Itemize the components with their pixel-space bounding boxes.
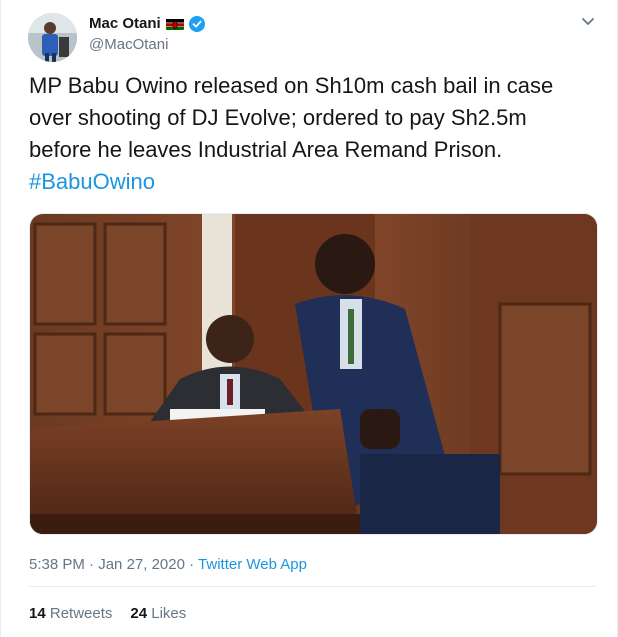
hashtag-link[interactable]: #BabuOwino <box>29 169 155 194</box>
retweets-stat[interactable]: 14 Retweets <box>29 605 112 622</box>
avatar-image <box>28 13 77 62</box>
verified-badge-icon <box>188 15 205 32</box>
likes-label: Likes <box>151 605 187 622</box>
divider <box>29 586 596 587</box>
tweet-source-link[interactable]: Twitter Web App <box>198 556 307 573</box>
tweet-body: MP Babu Owino released on Sh10m cash bai… <box>29 73 554 162</box>
user-name-row: Mac Otani <box>89 15 205 32</box>
tweet-card: Mac Otani @MacOtani MP Babu Owino releas… <box>0 0 618 637</box>
user-handle[interactable]: @MacOtani <box>89 36 168 53</box>
retweets-label: Retweets <box>49 605 113 622</box>
avatar[interactable] <box>28 13 77 62</box>
tweet-stats: 14 Retweets 24 Likes <box>29 605 186 622</box>
likes-stat[interactable]: 24 Likes <box>130 605 186 622</box>
tweet-time[interactable]: 5:38 PM <box>29 556 85 573</box>
likes-count: 24 <box>130 605 148 622</box>
retweets-count: 14 <box>29 605 46 622</box>
meta-separator: · <box>84 556 99 573</box>
tweet-text: MP Babu Owino released on Sh10m cash bai… <box>29 70 594 198</box>
tweet-photo[interactable] <box>29 213 598 535</box>
kenya-flag-icon <box>165 18 184 30</box>
display-name[interactable]: Mac Otani <box>89 15 161 32</box>
courtroom-photo <box>30 214 597 534</box>
chevron-down-icon[interactable] <box>579 12 597 30</box>
tweet-date[interactable]: Jan 27, 2020 <box>98 556 185 573</box>
meta-separator: · <box>184 556 199 573</box>
tweet-meta: 5:38 PM · Jan 27, 2020 · Twitter Web App <box>29 556 307 573</box>
